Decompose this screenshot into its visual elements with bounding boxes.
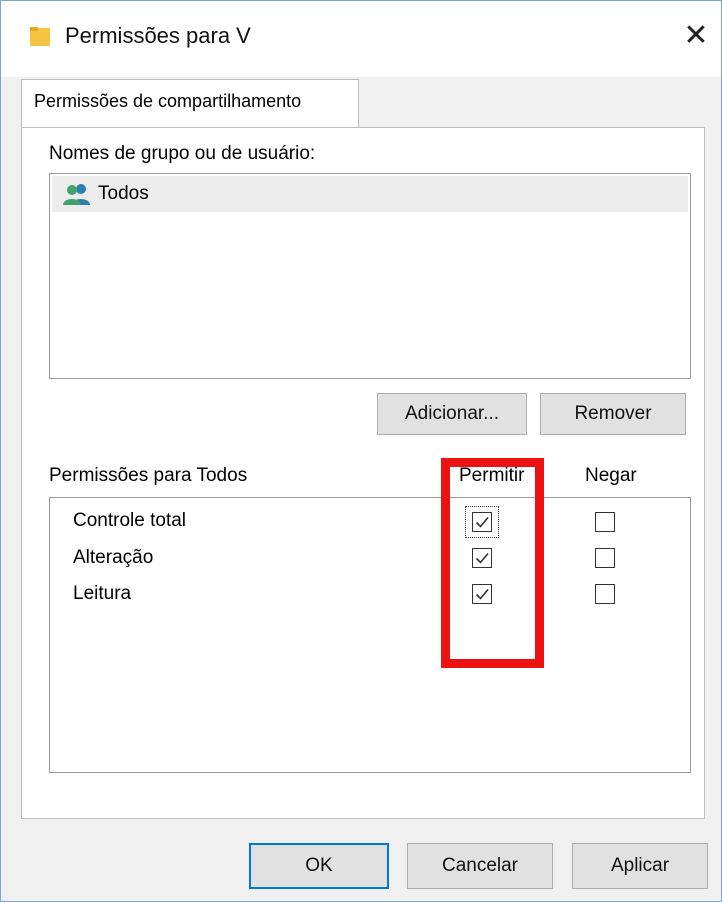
title-bar: Permissões para V ✕ — [1, 1, 721, 77]
highlight-box — [441, 458, 544, 668]
permission-name-modify: Alteração — [73, 547, 154, 568]
apply-button[interactable]: Aplicar — [572, 843, 708, 889]
column-header-deny: Negar — [585, 465, 637, 486]
permissions-dialog: Permissões para V ✕ Permissões de compar… — [0, 0, 722, 902]
group-list[interactable]: Todos — [49, 173, 691, 379]
close-button[interactable]: ✕ — [671, 11, 721, 61]
group-names-label: Nomes de grupo ou de usuário: — [49, 143, 316, 164]
list-item-todos[interactable]: Todos — [52, 176, 688, 212]
close-icon: ✕ — [683, 19, 709, 52]
cancel-button[interactable]: Cancelar — [407, 843, 553, 889]
window-title: Permissões para V — [65, 23, 251, 48]
folder-icon — [29, 25, 51, 47]
deny-checkbox-full-control[interactable] — [595, 512, 615, 532]
permission-name-full-control: Controle total — [73, 510, 187, 531]
permissions-label: Permissões para Todos — [49, 465, 248, 486]
permissions-list — [49, 497, 691, 773]
permission-name-read: Leitura — [73, 583, 132, 604]
add-button[interactable]: Adicionar... — [377, 393, 527, 435]
list-item-label: Todos — [98, 183, 149, 204]
deny-checkbox-read[interactable] — [595, 584, 615, 604]
deny-checkbox-modify[interactable] — [595, 548, 615, 568]
ok-button[interactable]: OK — [249, 843, 389, 889]
users-icon — [62, 182, 92, 206]
remove-button[interactable]: Remover — [540, 393, 686, 435]
tab-sharing-permissions[interactable]: Permissões de compartilhamento — [21, 79, 359, 129]
